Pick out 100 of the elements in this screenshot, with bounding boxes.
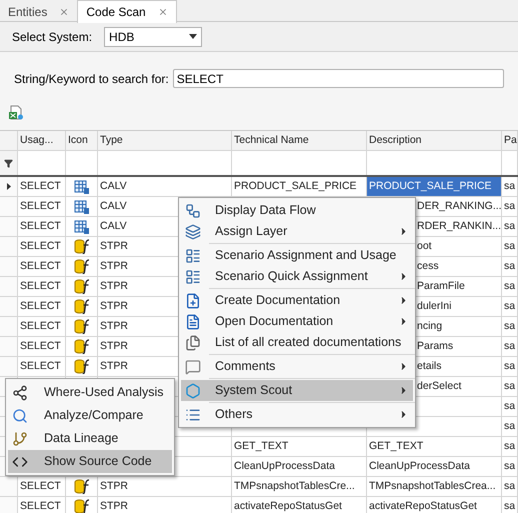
table-cell-text: sa bbox=[504, 398, 516, 414]
column-header[interactable]: Description bbox=[367, 131, 502, 151]
table-cell-text: Params bbox=[417, 338, 454, 354]
table-cell-text: STPR bbox=[100, 478, 128, 494]
table-cell-text: SELECT bbox=[20, 478, 61, 494]
table-cell-text: DER_RANKING... bbox=[417, 198, 502, 214]
column-header[interactable]: Technical Name bbox=[232, 131, 367, 151]
table-grid-icon bbox=[74, 180, 89, 194]
table-cell-text: STPR bbox=[100, 258, 128, 274]
table-cell: activateRepoStatusGet bbox=[234, 498, 342, 513]
table-cell-text: sa bbox=[504, 318, 516, 334]
table-grid-icon bbox=[74, 200, 89, 214]
table-cell-text: SELECT bbox=[20, 178, 61, 194]
close-icon[interactable] bbox=[158, 7, 168, 17]
column-header[interactable]: Usag... bbox=[18, 131, 66, 151]
table-cell-text: sa bbox=[504, 278, 516, 294]
branch-icon bbox=[12, 430, 28, 446]
table-cell-text: CleanUpProcessData bbox=[234, 458, 335, 474]
table-cell-text: TMPsnapshotTablesCrea... bbox=[369, 478, 496, 494]
filter-icon[interactable] bbox=[4, 158, 13, 168]
list-icon bbox=[185, 406, 201, 422]
menu-item[interactable]: Comments bbox=[181, 356, 413, 377]
table-cell-text: etails bbox=[417, 358, 442, 374]
table-cell-text: sa bbox=[504, 258, 516, 274]
table-cell-text: SELECT bbox=[20, 198, 61, 214]
table-cell-text: sa bbox=[504, 358, 516, 374]
table-cell-text: sa bbox=[504, 218, 516, 234]
cylinder-function-icon bbox=[74, 239, 90, 254]
menu-item[interactable]: Display Data Flow bbox=[181, 200, 413, 221]
table-cell-text: STPR bbox=[100, 338, 128, 354]
column-header[interactable]: Pa bbox=[502, 131, 518, 151]
tab[interactable]: Code Scan bbox=[77, 0, 177, 23]
cylinder-function-icon bbox=[74, 319, 90, 334]
field-label: Select System: bbox=[12, 28, 92, 46]
table-cell-text: STPR bbox=[100, 238, 128, 254]
row-header[interactable] bbox=[0, 177, 18, 197]
hexagon-icon bbox=[185, 382, 201, 398]
menu-item[interactable]: Create Documentation bbox=[181, 290, 413, 311]
table-cell-text: derSelect bbox=[417, 378, 462, 394]
table-cell-text: GET_TEXT bbox=[369, 438, 424, 454]
table-cell-text: SELECT bbox=[20, 238, 61, 254]
table-cell-text: RDER_RANKIN... bbox=[417, 218, 502, 234]
cylinder-function-icon bbox=[74, 299, 90, 314]
table-cell: STPR bbox=[100, 498, 128, 513]
table-cell-text: dulerIni bbox=[417, 298, 452, 314]
table-cell-text: SELECT bbox=[20, 338, 61, 354]
table-cell-text: PRODUCT_SALE_PRICE bbox=[234, 178, 357, 194]
table-cell-text: sa bbox=[504, 438, 516, 454]
menu-item[interactable]: Scenario Quick Assignment bbox=[181, 266, 413, 287]
menu-item[interactable]: Others bbox=[181, 404, 413, 425]
current-row-icon bbox=[6, 183, 10, 190]
table-cell-text: CALV bbox=[100, 218, 127, 234]
menu-item[interactable]: Data Lineage bbox=[8, 427, 172, 450]
table-cell-text: CALV bbox=[100, 178, 127, 194]
tab[interactable]: Entities bbox=[0, 2, 78, 21]
close-icon[interactable] bbox=[59, 6, 70, 16]
document-icon bbox=[185, 314, 201, 330]
column-header[interactable]: Type bbox=[98, 131, 232, 151]
menu-item[interactable]: Where-Used Analysis bbox=[8, 381, 172, 404]
share-icon bbox=[12, 384, 28, 400]
list-board-icon bbox=[185, 248, 201, 264]
table-cell-text: SELECT bbox=[20, 218, 61, 234]
table-cell-text: sa bbox=[504, 418, 516, 434]
dropdown-arrow-icon bbox=[189, 34, 198, 39]
table-cell-text: STPR bbox=[100, 358, 128, 374]
document-plus-icon bbox=[185, 292, 201, 308]
selected-cell[interactable]: PRODUCT_SALE_PRICE bbox=[367, 177, 502, 197]
table-cell-text: STPR bbox=[100, 318, 128, 334]
table-cell-text: oot bbox=[417, 238, 432, 254]
speech-bubble-icon bbox=[185, 358, 201, 374]
search-field[interactable]: SELECT bbox=[172, 69, 504, 88]
table-cell-text: sa bbox=[504, 478, 516, 494]
menu-item[interactable]: Show Source Code bbox=[8, 450, 172, 473]
table-cell-text: sa bbox=[504, 378, 516, 394]
cylinder-function-icon bbox=[74, 479, 90, 494]
menu-item[interactable]: Open Documentation bbox=[181, 311, 413, 332]
table-cell: SELECT bbox=[20, 498, 61, 513]
table-cell-text: CALV bbox=[100, 198, 127, 214]
menu-item[interactable]: System Scout bbox=[181, 380, 413, 401]
table-cell-text: sa bbox=[504, 298, 516, 314]
cylinder-function-icon bbox=[74, 259, 90, 274]
cylinder-function-icon bbox=[74, 279, 90, 294]
menu-item[interactable]: Analyze/Compare bbox=[8, 404, 172, 427]
flow-chart-icon bbox=[185, 202, 201, 218]
table-cell-text: sa bbox=[504, 198, 516, 214]
column-header[interactable]: Icon bbox=[66, 131, 98, 151]
menu-item[interactable]: List of all created documentations bbox=[181, 332, 413, 353]
table-cell: activateRepoStatusGet bbox=[369, 498, 477, 513]
spreadsheet-export-icon[interactable] bbox=[8, 105, 24, 121]
system-dropdown[interactable]: HDB bbox=[104, 26, 202, 46]
table-cell-text: STPR bbox=[100, 278, 128, 294]
documents-icon bbox=[185, 334, 201, 350]
table-cell-text: SELECT bbox=[20, 258, 61, 274]
menu-item[interactable]: Assign Layer bbox=[181, 221, 413, 242]
layers-icon bbox=[185, 224, 201, 240]
cylinder-function-icon bbox=[74, 359, 90, 374]
table-cell-text: ParamFile bbox=[417, 278, 465, 294]
table-cell-text: SELECT bbox=[20, 298, 61, 314]
table-cell-text: SELECT bbox=[20, 358, 61, 374]
menu-item[interactable]: Scenario Assignment and Usage bbox=[181, 245, 413, 266]
